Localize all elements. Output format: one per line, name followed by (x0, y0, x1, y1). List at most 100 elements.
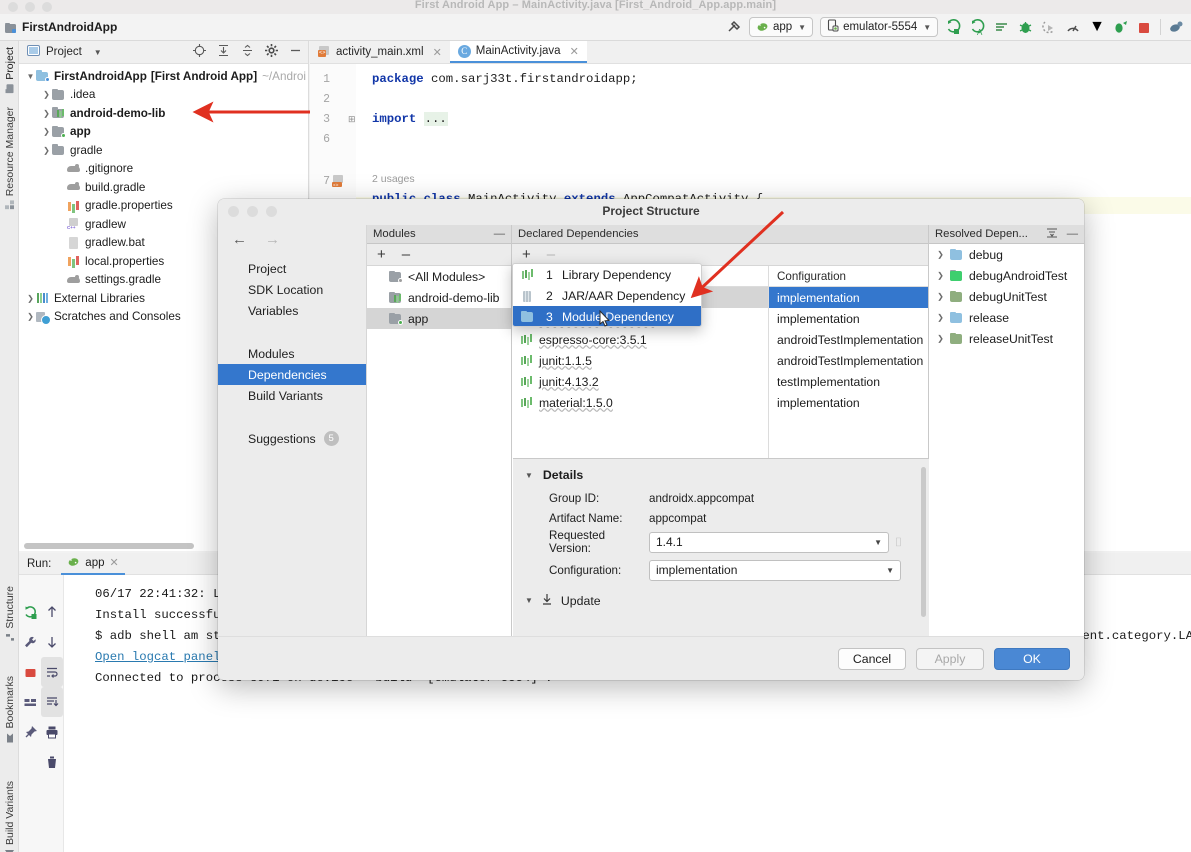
menu-item-library-dependency[interactable]: 1 Library Dependency (513, 264, 701, 285)
debug-icon[interactable] (1017, 19, 1034, 36)
tree-item-build-gradle[interactable]: build.gradle (19, 178, 308, 197)
chevron-down-icon[interactable]: ▼ (1089, 18, 1105, 36)
module-item-android-demo-lib[interactable]: android-demo-lib (367, 287, 511, 308)
resolved-item-debug-unit-test[interactable]: ❯ debugUnitTest (929, 286, 1084, 307)
code-folded-imports[interactable]: ... (423, 112, 448, 126)
print-icon[interactable] (41, 717, 63, 747)
resolved-item-debug-android-test[interactable]: ❯ debugAndroidTest (929, 265, 1084, 286)
module-item-app[interactable]: app (367, 308, 511, 329)
module-item-all-modules[interactable]: <All Modules> (367, 266, 511, 287)
up-arrow-icon[interactable] (41, 597, 63, 627)
soft-wrap-icon[interactable] (41, 657, 63, 687)
tree-item-android-demo-lib[interactable]: ❯ android-demo-lib (19, 104, 308, 123)
configuration-cell[interactable]: implementation (769, 287, 928, 308)
debug-run-icon[interactable]: A (969, 18, 986, 37)
modules-list[interactable]: <All Modules> android-demo-lib app (367, 266, 511, 636)
resolved-item-release-unit-test[interactable]: ❯ releaseUnitTest (929, 328, 1084, 349)
close-icon[interactable]: ✕ (433, 46, 442, 59)
nav-item-build-variants[interactable]: Build Variants (218, 385, 366, 406)
tree-item-app[interactable]: ❯ app (19, 123, 308, 142)
code-usages-hint[interactable]: 2 usages (372, 173, 415, 185)
chevron-down-icon[interactable]: ▼ (525, 471, 533, 480)
nav-item-dependencies[interactable]: Dependencies (218, 364, 366, 385)
chevron-down-icon[interactable]: ▼ (874, 538, 882, 547)
configuration-cell[interactable]: androidTestImplementation (769, 350, 928, 371)
table-row[interactable]: junit:1.1.5 (512, 350, 768, 371)
details-scrollbar[interactable] (921, 467, 926, 617)
nav-item-project[interactable]: Project (218, 258, 366, 279)
twisty-icon[interactable]: ❯ (41, 146, 52, 155)
settings-wrench-icon[interactable] (19, 627, 41, 657)
table-row[interactable]: material:1.5.0 (512, 392, 768, 413)
tree-item-idea[interactable]: ❯ .idea (19, 86, 308, 105)
minimize-icon[interactable] (289, 44, 302, 62)
run-with-coverage-icon[interactable] (1041, 19, 1058, 36)
twisty-icon[interactable]: ❯ (935, 313, 946, 322)
requested-version-combobox[interactable]: 1.4.1 ▼ (649, 531, 889, 553)
twisty-icon[interactable]: ❯ (25, 312, 36, 321)
settings-gear-icon[interactable] (265, 44, 278, 62)
tab-mainactivity-java[interactable]: C MainActivity.java ✕ (449, 41, 587, 63)
nav-item-sdk-location[interactable]: SDK Location (218, 279, 366, 300)
tree-item-gradle[interactable]: ❯ gradle (19, 141, 308, 160)
chevron-down-icon[interactable]: ▼ (886, 566, 894, 575)
twisty-icon[interactable]: ❯ (935, 334, 946, 343)
logcat-icon[interactable] (993, 19, 1010, 36)
collapse-all-icon[interactable] (241, 44, 254, 62)
device-selector[interactable]: emulator-5554 ▼ (820, 17, 939, 37)
menu-item-jar-aar-dependency[interactable]: 2 JAR/AAR Dependency (513, 285, 701, 306)
expand-all-icon[interactable] (217, 44, 230, 62)
update-section-header[interactable]: ▼ Update (513, 593, 929, 608)
stop-red-icon[interactable] (19, 657, 41, 687)
configuration-cell[interactable]: implementation (769, 392, 928, 413)
resolved-item-debug[interactable]: ❯ debug (929, 244, 1084, 265)
add-dependency-button[interactable]: + (522, 246, 531, 263)
cancel-button[interactable]: Cancel (838, 647, 906, 670)
configuration-cell[interactable]: implementation (769, 308, 928, 329)
nav-item-suggestions[interactable]: Suggestions 5 (218, 428, 366, 449)
layout-icon[interactable] (19, 687, 41, 717)
ok-button[interactable]: OK (994, 647, 1070, 670)
twisty-icon[interactable]: ❯ (41, 109, 52, 118)
twisty-icon[interactable]: ▼ (25, 72, 36, 81)
tab-activity-main-xml[interactable]: activity_main.xml ✕ (310, 41, 450, 63)
minimize-icon[interactable]: — (494, 228, 505, 240)
configuration-cell[interactable]: androidTestImplementation (769, 329, 928, 350)
apply-button[interactable]: Apply (916, 647, 984, 670)
details-title-row[interactable]: ▼ Details (513, 459, 929, 482)
remove-dependency-button[interactable]: – (547, 246, 555, 263)
group-modules-icon[interactable] (1046, 227, 1058, 242)
twisty-icon[interactable]: ❯ (41, 90, 52, 99)
resolved-dependencies-list[interactable]: ❯ debug ❯ debugAndroidTest ❯ debugUnitTe… (929, 244, 1084, 636)
configuration-cell[interactable]: testImplementation (769, 371, 928, 392)
add-module-button[interactable]: + (377, 246, 386, 263)
version-spinner-icon[interactable]: ⌷ (895, 535, 902, 550)
twisty-icon[interactable]: ❯ (41, 127, 52, 136)
minimize-icon[interactable]: — (1067, 228, 1078, 240)
twisty-icon[interactable]: ❯ (25, 294, 36, 303)
profile-icon[interactable] (1065, 19, 1082, 36)
run-icon[interactable] (945, 18, 962, 36)
twisty-icon[interactable]: ❯ (935, 271, 946, 280)
back-arrow-icon[interactable]: ← (232, 231, 247, 248)
table-row[interactable]: espresso-core:3.5.1 (512, 329, 768, 350)
twisty-icon[interactable]: ❯ (935, 292, 946, 301)
class-gutter-icon[interactable]: <> (332, 174, 346, 193)
fold-expand-icon[interactable]: ⊞ (348, 114, 356, 125)
locate-icon[interactable] (193, 44, 206, 62)
close-icon[interactable]: ✕ (570, 45, 579, 58)
chevron-down-icon[interactable]: ▼ (94, 48, 102, 57)
run-tab-app[interactable]: app ✕ (61, 553, 125, 575)
close-icon[interactable]: ✕ (109, 556, 118, 569)
pin-icon[interactable] (19, 717, 41, 747)
build-hammer-icon[interactable] (725, 19, 742, 36)
forward-arrow-icon[interactable]: → (265, 231, 280, 248)
device-manager-icon[interactable] (1168, 19, 1185, 36)
table-row[interactable]: junit:4.13.2 (512, 371, 768, 392)
down-arrow-icon[interactable] (41, 627, 63, 657)
tree-item-gitignore[interactable]: .gitignore (19, 160, 308, 179)
remove-module-button[interactable]: – (402, 246, 410, 263)
nav-item-variables[interactable]: Variables (218, 300, 366, 321)
project-horizontal-scrollbar[interactable] (24, 543, 194, 549)
twisty-icon[interactable]: ❯ (935, 250, 946, 259)
